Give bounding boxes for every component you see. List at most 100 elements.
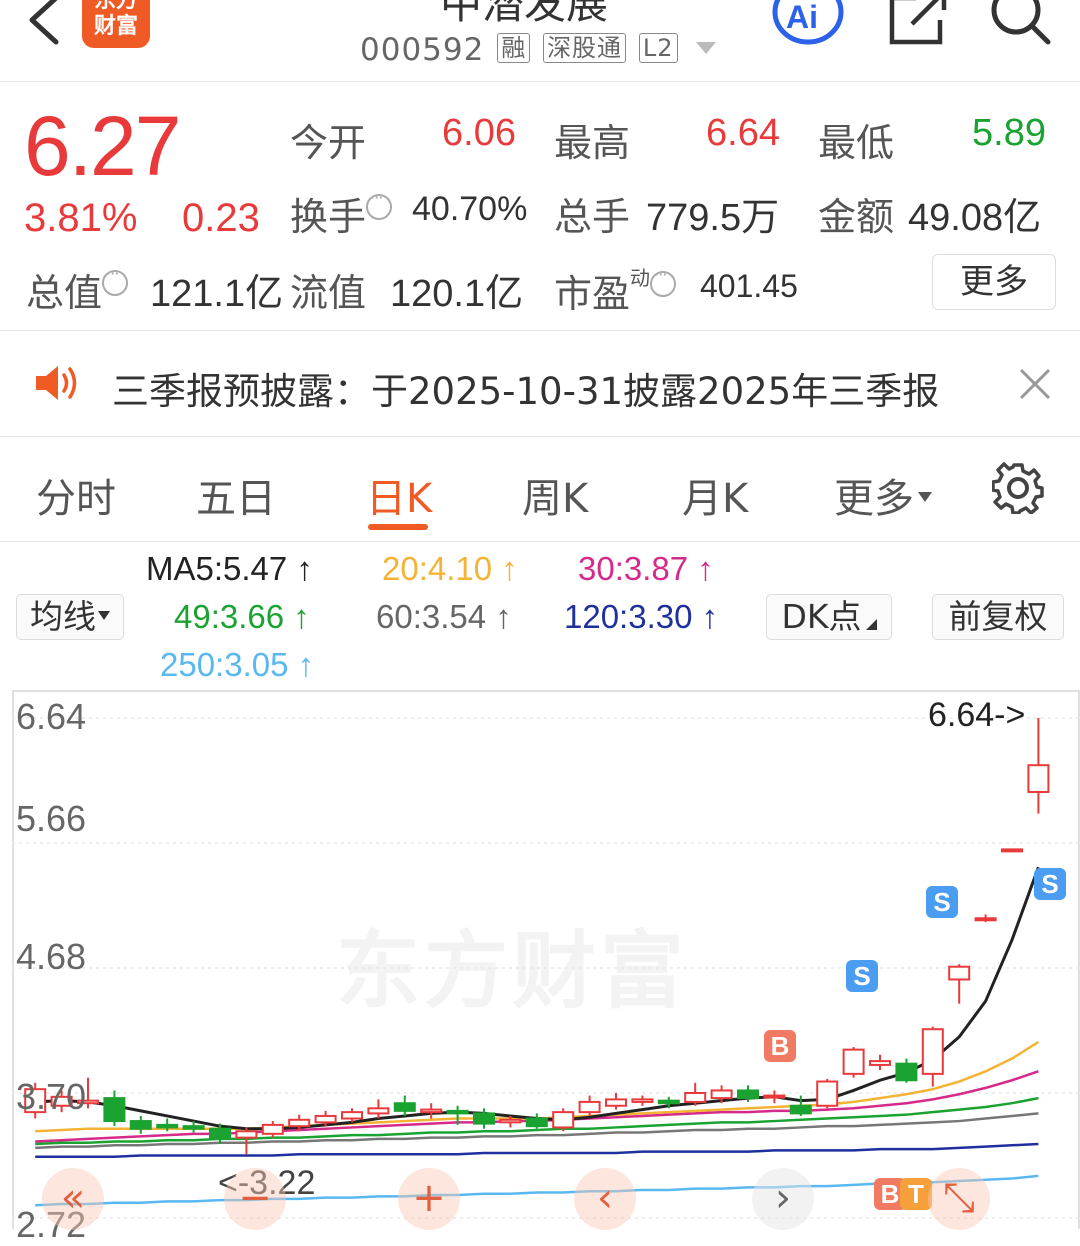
ai-assistant-icon[interactable]: Ai (772, 0, 844, 52)
ma120-value: 120:3.30 ↑ (564, 598, 719, 635)
pe-value: 401.45 (700, 268, 798, 304)
candle-body (393, 1102, 416, 1112)
mktcap-label: 总值 (26, 271, 103, 315)
candle-body (499, 1118, 522, 1124)
candle-body (209, 1127, 231, 1139)
search-icon[interactable] (988, 0, 1052, 48)
info-icon[interactable] (366, 188, 393, 220)
t-signal-marker[interactable]: T (900, 1178, 932, 1210)
kline-svg[interactable] (12, 690, 1080, 1229)
active-tab-indicator (368, 524, 428, 530)
chevron-down-icon[interactable] (696, 42, 717, 54)
ma-select-button[interactable]: 均线 (16, 594, 124, 640)
sell-signal-marker[interactable]: S (846, 960, 878, 992)
buy-signal-marker[interactable]: B (764, 1030, 796, 1062)
ma20-value: 20:4.10 ↑ (382, 550, 518, 587)
eastmoney-logo[interactable]: 东方 财富 (82, 0, 150, 48)
candle-body (631, 1098, 654, 1103)
candle-body (974, 917, 997, 922)
candle-body (182, 1125, 205, 1130)
turnover-row: 换手 (290, 186, 393, 241)
amount-label: 金额 (818, 195, 895, 239)
sell-signal-marker[interactable]: S (1034, 868, 1066, 900)
tab-intraday[interactable]: 分时 (36, 466, 116, 524)
candle-body (869, 1060, 891, 1066)
ma30-value: 30:3.87 ↑ (578, 550, 714, 587)
sell-signal-marker[interactable]: S (926, 886, 958, 918)
logo-line2: 财富 (93, 14, 138, 39)
y-tick-label: 4.68 (16, 936, 87, 977)
period-tabs: 分时 五日 日K 周K 月K 更多 (0, 438, 1080, 542)
connect-tag: 深股通 (543, 33, 627, 63)
chevron-down-icon (918, 492, 932, 502)
candle-body (1001, 848, 1023, 853)
level2-tag: L2 (638, 33, 678, 63)
candle-body (763, 1094, 786, 1099)
high-label: 最高 (554, 121, 631, 165)
candle-body (895, 1062, 918, 1082)
candle-body (710, 1089, 733, 1100)
ma5-line (35, 866, 1040, 1131)
ma5-value: MA5:5.47 ↑ (146, 550, 313, 587)
volume-label: 总手 (554, 195, 631, 239)
info-icon[interactable] (650, 265, 677, 297)
tab-five-day[interactable]: 五日 (196, 466, 276, 524)
pe-superscript: 动 (630, 266, 651, 290)
candle-body (129, 1120, 152, 1130)
zoom-out-button[interactable]: − (224, 1168, 286, 1230)
change-amount: 0.23 (182, 196, 260, 240)
candle-body (156, 1123, 179, 1129)
corner-caret-icon (865, 619, 877, 630)
y-tick-label: 6.64 (16, 696, 87, 737)
candle-body (552, 1111, 575, 1129)
mktcap-row: 总值 (26, 262, 129, 317)
candle-body (1027, 764, 1050, 793)
ma49-value: 49:3.66 ↑ (174, 598, 310, 635)
open-value: 6.06 (442, 112, 516, 154)
scroll-right-button[interactable]: › (752, 1168, 814, 1230)
mktcap-value: 121.1亿 (150, 273, 284, 315)
tab-weekly-k[interactable]: 周K (522, 466, 588, 524)
candle-body (842, 1048, 865, 1075)
ma120-line (35, 1142, 1039, 1159)
adjust-button[interactable]: 前复权 (932, 594, 1064, 640)
candle-body (605, 1098, 627, 1107)
zoom-in-button[interactable]: + (398, 1168, 460, 1230)
stock-code-row[interactable]: 000592 融 深股通 L2 (360, 32, 717, 68)
candle-body (261, 1123, 284, 1135)
announcement-bar[interactable]: 三季报预披露：于2025-10-31披露2025年三季报 (0, 331, 1080, 437)
scroll-left-fast-button[interactable]: « (42, 1168, 104, 1230)
high-value: 6.64 (706, 112, 780, 154)
tab-more[interactable]: 更多 (834, 466, 932, 524)
app-header: 东方 财富 中潜发展 000592 融 深股通 L2 Ai (0, 0, 1080, 82)
tab-daily-k[interactable]: 日K (366, 466, 432, 524)
dk-point-label: DK点 (781, 597, 862, 636)
candle-body (367, 1107, 390, 1115)
kline-chart[interactable]: 东方财富 6.64 5.66 4.68 3.70 2.72 6.64-> <-3… (12, 690, 1080, 1245)
change-percent: 3.81% (24, 196, 138, 240)
share-icon[interactable] (886, 0, 948, 46)
margin-tag: 融 (497, 33, 531, 63)
open-label: 今开 (290, 121, 367, 165)
y-tick-label: 5.66 (16, 798, 87, 839)
more-quote-button[interactable]: 更多 (932, 254, 1056, 310)
candle-body (446, 1109, 469, 1115)
float-label: 流值 (290, 271, 367, 315)
tab-monthly-k[interactable]: 月K (682, 466, 748, 524)
pe-label: 市盈 (554, 272, 631, 316)
candle-body (420, 1108, 443, 1114)
dk-point-button[interactable]: DK点 (766, 594, 892, 640)
scroll-left-button[interactable]: ‹ (574, 1168, 636, 1230)
candle-body (235, 1130, 258, 1139)
low-value: 5.89 (972, 112, 1046, 154)
candle-body (657, 1099, 680, 1105)
info-icon[interactable] (102, 264, 129, 296)
fullscreen-icon[interactable]: ⤡ (928, 1168, 990, 1230)
close-icon[interactable] (1018, 367, 1052, 401)
amount-value: 49.08亿 (908, 197, 1042, 239)
svg-text:Ai: Ai (786, 0, 818, 35)
volume-value: 779.5万 (646, 197, 780, 239)
turnover-label: 换手 (290, 195, 367, 239)
back-arrow-icon[interactable] (20, 0, 70, 52)
gear-icon[interactable] (992, 462, 1044, 514)
